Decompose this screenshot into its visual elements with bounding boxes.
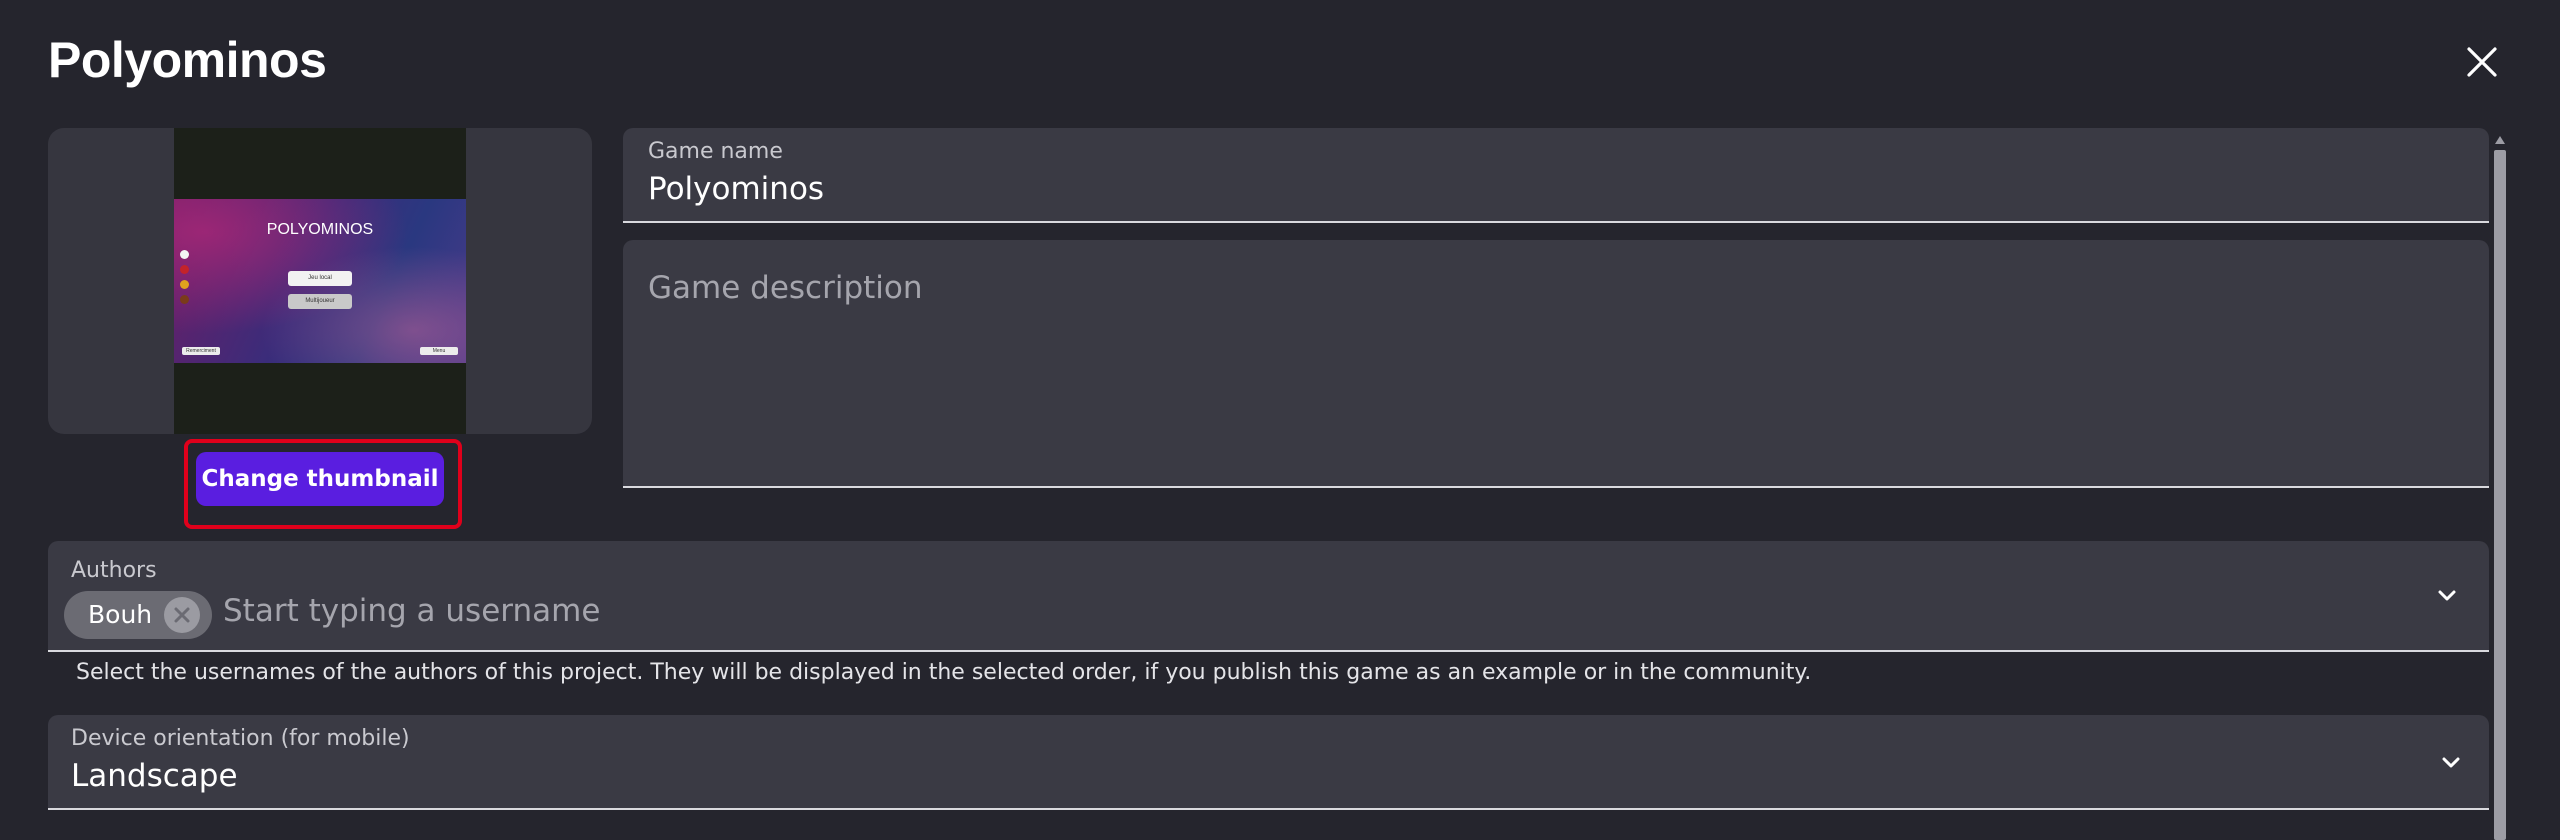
game-description-placeholder: Game description (648, 270, 923, 306)
close-icon (2467, 47, 2497, 77)
flag-icon (180, 265, 189, 274)
scroll-up-arrow-icon[interactable] (2495, 136, 2505, 144)
device-orientation-select[interactable]: Landscape (71, 758, 238, 794)
flag-icon (180, 295, 189, 304)
authors-input[interactable]: Start typing a username (223, 593, 600, 629)
device-orientation-label: Device orientation (for mobile) (71, 726, 410, 751)
scrollbar-thumb[interactable] (2494, 150, 2506, 840)
thumbnail-credits-button: Remerciment (182, 347, 220, 355)
cancel-circle-icon (174, 607, 190, 623)
change-thumbnail-button[interactable]: Change thumbnail (196, 452, 444, 506)
dialog-title: Polyominos (48, 32, 327, 88)
authors-field[interactable]: Authors Start typing a username (48, 541, 2489, 652)
thumbnail-panel: POLYOMINOS Jeu local Multijoueur Remerci… (48, 128, 592, 434)
game-name-input[interactable]: Polyominos (648, 171, 824, 207)
authors-dropdown-button[interactable] (2432, 581, 2462, 611)
device-orientation-dropdown-button[interactable] (2436, 748, 2466, 778)
chevron-down-icon (2442, 757, 2460, 768)
flag-icon (180, 280, 189, 289)
author-chip[interactable]: Bouh (64, 591, 212, 639)
flag-icon (180, 250, 189, 259)
close-button[interactable] (2456, 36, 2508, 88)
authors-helper-text: Select the usernames of the authors of t… (76, 660, 1812, 685)
thumbnail-menu-button: Menu (420, 347, 458, 355)
device-orientation-field[interactable]: Device orientation (for mobile) Landscap… (48, 715, 2489, 810)
thumbnail-local-button: Jeu local (288, 271, 352, 286)
author-chip-label: Bouh (88, 600, 153, 629)
chevron-down-icon (2438, 590, 2456, 601)
game-name-field[interactable]: Game name Polyominos (623, 128, 2489, 223)
thumbnail-game-title: POLYOMINOS (266, 221, 374, 238)
authors-label: Authors (71, 558, 157, 583)
thumbnail-multiplayer-button: Multijoueur (288, 294, 352, 309)
game-name-label: Game name (648, 139, 783, 164)
author-chip-remove-button[interactable] (164, 597, 200, 633)
game-thumbnail-image: POLYOMINOS Jeu local Multijoueur Remerci… (174, 128, 466, 434)
thumbnail-scene: POLYOMINOS Jeu local Multijoueur Remerci… (174, 199, 466, 363)
game-description-field[interactable]: Game description (623, 240, 2489, 488)
